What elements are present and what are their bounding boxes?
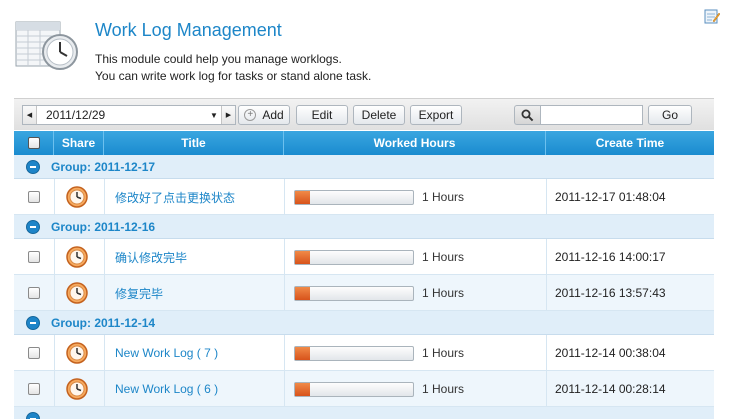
column-create-time[interactable]: Create Time [546, 131, 714, 155]
collapse-minus-icon[interactable] [26, 411, 40, 419]
row-title-link[interactable]: 修改好了点击更换状态 [115, 189, 235, 206]
clock-icon[interactable] [66, 246, 88, 268]
search-input[interactable] [540, 105, 643, 125]
toolbar: ◀ 2011/12/29 ▼ ▶ + Add Edit Delete Expor… [14, 98, 714, 130]
collapse-minus-icon[interactable] [26, 219, 40, 234]
table-row[interactable]: 确认修改完毕 1 Hours 2011-12-16 14:00:17 [14, 239, 714, 275]
create-time-value: 2011-12-17 01:48:04 [555, 190, 666, 204]
group-label: Group: 2011-12-17 [51, 159, 156, 174]
column-title[interactable]: Title [104, 131, 284, 155]
worked-hours-progress [294, 345, 414, 361]
worked-hours-value: 1 Hours [422, 346, 465, 360]
worked-hours-progress [294, 285, 414, 301]
row-checkbox[interactable] [28, 347, 40, 359]
worked-hours-progress [294, 189, 414, 205]
worklog-logo-icon [15, 21, 78, 70]
row-checkbox[interactable] [28, 251, 40, 263]
next-date-arrow-icon[interactable]: ▶ [221, 106, 235, 124]
add-plus-icon: + [244, 109, 257, 121]
worked-hours-value: 1 Hours [422, 250, 465, 264]
row-checkbox[interactable] [28, 191, 40, 203]
create-time-value: 2011-12-14 00:38:04 [555, 346, 666, 360]
create-time-value: 2011-12-16 13:57:43 [555, 286, 666, 300]
add-label: Add [262, 108, 284, 122]
page-description-line1: This module could help you manage worklo… [95, 52, 342, 66]
date-picker[interactable]: ◀ 2011/12/29 ▼ ▶ [22, 105, 236, 125]
grid-header: Share Title Worked Hours Create Time [14, 131, 714, 155]
group-label: Group: 2011-12-14 [51, 315, 156, 330]
worked-hours-progress [294, 249, 414, 265]
worklog-page: Work Log Management This module could he… [0, 0, 731, 419]
column-share[interactable]: Share [54, 131, 104, 155]
row-title-link[interactable]: New Work Log ( 6 ) [115, 382, 218, 396]
clock-icon[interactable] [66, 282, 88, 304]
create-time-value: 2011-12-14 00:28:14 [555, 382, 666, 396]
group-row [14, 407, 714, 419]
create-time-value: 2011-12-16 14:00:17 [555, 250, 666, 264]
worklog-grid: Share Title Worked Hours Create Time Gro… [14, 131, 714, 419]
collapse-minus-icon[interactable] [26, 159, 40, 174]
table-row[interactable]: 修改好了点击更换状态 1 Hours 2011-12-17 01:48:04 [14, 179, 714, 215]
edit-button[interactable]: Edit [296, 105, 348, 125]
search-icon[interactable] [514, 105, 540, 125]
row-checkbox[interactable] [28, 383, 40, 395]
collapse-minus-icon[interactable] [26, 315, 40, 330]
table-row[interactable]: New Work Log ( 7 ) 1 Hours 2011-12-14 00… [14, 335, 714, 371]
row-title-link[interactable]: 修复完毕 [115, 285, 163, 302]
worked-hours-value: 1 Hours [422, 286, 465, 300]
row-title-link[interactable]: 确认修改完毕 [115, 249, 187, 266]
date-value[interactable]: 2011/12/29 [37, 108, 207, 122]
row-checkbox[interactable] [28, 287, 40, 299]
column-worked-hours[interactable]: Worked Hours [284, 131, 546, 155]
group-label: Group: 2011-12-16 [51, 219, 156, 234]
group-row: Group: 2011-12-17 [14, 155, 714, 179]
header-select-all [14, 131, 54, 155]
table-row[interactable]: New Work Log ( 6 ) 1 Hours 2011-12-14 00… [14, 371, 714, 407]
group-row: Group: 2011-12-16 [14, 215, 714, 239]
export-button[interactable]: Export [410, 105, 462, 125]
worked-hours-progress [294, 381, 414, 397]
row-title-link[interactable]: New Work Log ( 7 ) [115, 346, 218, 360]
help-edit-icon[interactable] [704, 8, 720, 24]
go-button[interactable]: Go [648, 105, 692, 125]
delete-button[interactable]: Delete [353, 105, 405, 125]
clock-icon[interactable] [66, 342, 88, 364]
select-all-checkbox[interactable] [27, 137, 40, 149]
page-description-line2: You can write work log for tasks or stan… [95, 69, 372, 83]
add-button[interactable]: + Add [238, 105, 290, 125]
clock-icon[interactable] [66, 186, 88, 208]
worked-hours-value: 1 Hours [422, 190, 465, 204]
clock-icon[interactable] [66, 378, 88, 400]
page-title: Work Log Management [95, 20, 282, 40]
prev-date-arrow-icon[interactable]: ◀ [23, 106, 37, 124]
table-row[interactable]: 修复完毕 1 Hours 2011-12-16 13:57:43 [14, 275, 714, 311]
group-row: Group: 2011-12-14 [14, 311, 714, 335]
worked-hours-value: 1 Hours [422, 382, 465, 396]
date-dropdown-icon[interactable]: ▼ [207, 111, 221, 120]
